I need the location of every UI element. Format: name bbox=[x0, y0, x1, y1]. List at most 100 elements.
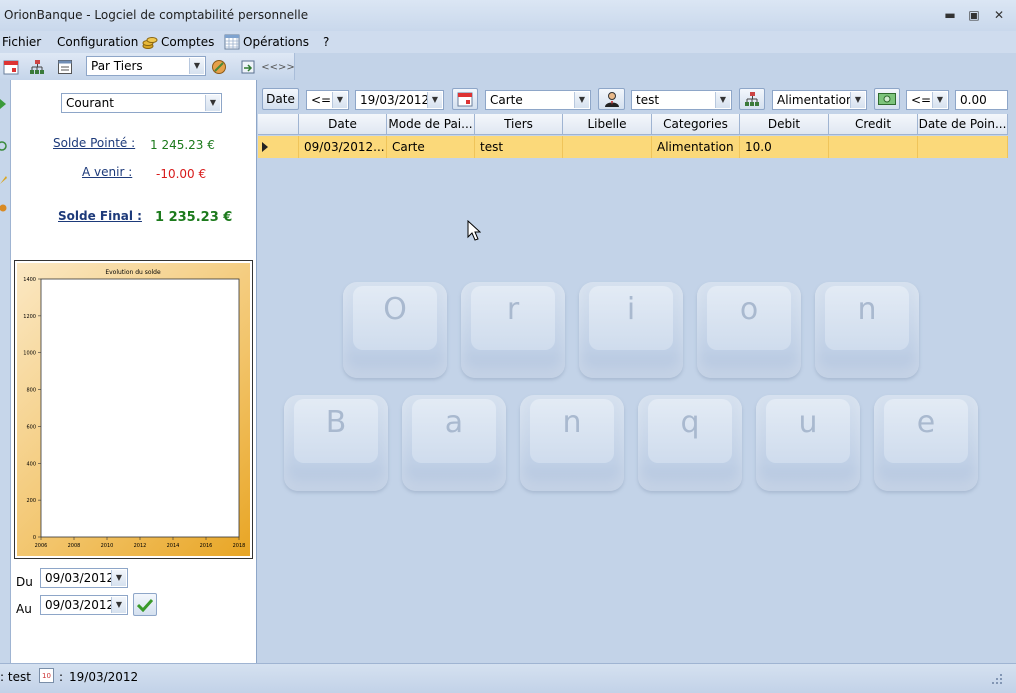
column-header-date-pointage[interactable]: Date de Poin... bbox=[918, 114, 1008, 135]
y-tick-label: 0 bbox=[33, 535, 36, 541]
a-venir-label[interactable]: A venir : bbox=[82, 165, 132, 179]
balance-chart: Evolution du solde 0 200 400 600 800 1000 1200… bbox=[14, 260, 253, 559]
operations-grid: Date Mode de Pai... Tiers Libelle Catego… bbox=[258, 114, 1008, 158]
amount-operator-value: <= bbox=[911, 93, 932, 107]
account-select[interactable]: Courant ▼ bbox=[61, 93, 222, 113]
y-tick-label: 200 bbox=[26, 498, 36, 504]
column-header-libelle[interactable]: Libelle bbox=[563, 114, 652, 135]
solde-final-label[interactable]: Solde Final : bbox=[58, 209, 142, 223]
date-filter-value: 19/03/2012 bbox=[360, 93, 430, 107]
date-filter-button[interactable]: Date bbox=[262, 88, 299, 110]
y-tick-label: 1000 bbox=[23, 351, 36, 357]
date-filter-picker[interactable]: 19/03/2012 ▼ bbox=[355, 90, 444, 110]
hierarchy-icon[interactable] bbox=[26, 56, 48, 78]
expand-collapse-button[interactable]: <<>> bbox=[261, 56, 295, 78]
watermark-letter: q bbox=[680, 405, 700, 440]
cell-libelle[interactable] bbox=[563, 136, 652, 158]
watermark-key: n bbox=[520, 395, 624, 491]
key-icon[interactable] bbox=[0, 198, 8, 214]
watermark-key: e bbox=[874, 395, 978, 491]
menu-help[interactable]: ? bbox=[323, 34, 329, 51]
solde-pointe-label[interactable]: Solde Pointé : bbox=[53, 136, 135, 150]
row-pointer-icon bbox=[262, 142, 268, 152]
watermark-key: r bbox=[461, 282, 565, 378]
menu-configuration[interactable]: Configuration bbox=[57, 34, 138, 51]
date-operator-select[interactable]: <= ▼ bbox=[306, 90, 349, 110]
menu-file[interactable]: Fichier bbox=[2, 34, 41, 51]
watermark-letter: i bbox=[626, 292, 636, 327]
watermark-key: B bbox=[284, 395, 388, 491]
chevron-down-icon: ▼ bbox=[205, 95, 220, 111]
resize-grip-icon[interactable] bbox=[990, 672, 1004, 686]
tag-icon[interactable] bbox=[208, 56, 230, 78]
solde-final-value: 1 235.23 € bbox=[155, 210, 233, 225]
menu-bar: Fichier Configuration Comptes Opérations… bbox=[0, 31, 1016, 53]
date-from-picker[interactable]: 09/03/2012 ▼ bbox=[40, 568, 128, 588]
window-title: OrionBanque - Logciel de comptabilité pe… bbox=[4, 8, 309, 22]
category-value: Alimentation bbox=[777, 93, 854, 107]
calendar-icon[interactable] bbox=[0, 56, 22, 78]
date-operator-value: <= bbox=[311, 93, 332, 107]
a-venir-value: -10.00 € bbox=[156, 167, 207, 181]
row-selector[interactable] bbox=[258, 136, 299, 158]
chevron-down-icon: ▼ bbox=[850, 92, 865, 108]
cell-mode[interactable]: Carte bbox=[387, 136, 475, 158]
tiers-select[interactable]: test ▼ bbox=[631, 90, 732, 110]
watermark-letter: e bbox=[916, 405, 936, 440]
menu-operations[interactable]: Opérations bbox=[243, 34, 309, 51]
close-button[interactable]: ✕ bbox=[989, 6, 1009, 24]
cell-date-pointage[interactable] bbox=[918, 136, 1008, 158]
menu-accounts[interactable]: Comptes bbox=[161, 34, 214, 51]
payment-mode-value: Carte bbox=[490, 93, 523, 107]
column-header-mode[interactable]: Mode de Pai... bbox=[387, 114, 475, 135]
date-to-picker[interactable]: 09/03/2012 ▼ bbox=[40, 595, 128, 615]
link-icon[interactable] bbox=[0, 138, 8, 154]
export-icon[interactable] bbox=[237, 56, 259, 78]
plot-area bbox=[40, 278, 240, 538]
cell-credit[interactable] bbox=[829, 136, 918, 158]
grid-row-header-corner bbox=[258, 114, 299, 135]
watermark-key: i bbox=[579, 282, 683, 378]
cell-categorie[interactable]: Alimentation bbox=[652, 136, 740, 158]
column-header-date[interactable]: Date bbox=[299, 114, 387, 135]
amount-input[interactable]: 0.00 bbox=[955, 90, 1008, 110]
grouping-select[interactable]: Par Tiers ▼ bbox=[86, 56, 206, 76]
amount-filter-button[interactable] bbox=[874, 88, 900, 110]
apply-dates-button[interactable] bbox=[133, 593, 157, 616]
solde-pointe-value: 1 245.23 € bbox=[150, 138, 215, 152]
cell-date[interactable]: 09/03/2012... bbox=[299, 136, 387, 158]
tiers-filter-button[interactable] bbox=[598, 88, 625, 110]
x-tick-label: 2018 bbox=[233, 543, 246, 549]
watermark-letter: n bbox=[857, 292, 877, 327]
category-filter-button[interactable] bbox=[739, 88, 765, 110]
cell-debit[interactable]: 10.0 bbox=[740, 136, 829, 158]
watermark-letter: a bbox=[444, 405, 464, 440]
column-header-credit[interactable]: Credit bbox=[829, 114, 918, 135]
y-tick-label: 1400 bbox=[23, 277, 36, 283]
chevron-down-icon: ▼ bbox=[111, 570, 126, 586]
category-select[interactable]: Alimentation ▼ bbox=[772, 90, 867, 110]
date-to-value: 09/03/2012 bbox=[45, 598, 115, 612]
column-header-categories[interactable]: Categories bbox=[652, 114, 740, 135]
amount-operator-select[interactable]: <= ▼ bbox=[906, 90, 949, 110]
cell-tiers[interactable]: test bbox=[475, 136, 563, 158]
column-header-debit[interactable]: Debit bbox=[740, 114, 829, 135]
arrow-right-icon[interactable] bbox=[0, 96, 8, 112]
maximize-button[interactable]: ▣ bbox=[964, 6, 984, 24]
grouping-select-value: Par Tiers bbox=[91, 59, 143, 73]
chevron-down-icon: ▼ bbox=[932, 92, 947, 108]
watermark-key: n bbox=[815, 282, 919, 378]
calendar-icon bbox=[457, 92, 473, 107]
watermark-letter: O bbox=[383, 292, 407, 327]
minimize-button[interactable]: ▬ bbox=[940, 6, 960, 24]
payment-mode-select[interactable]: Carte ▼ bbox=[485, 90, 591, 110]
column-header-tiers[interactable]: Tiers bbox=[475, 114, 563, 135]
watermark-letter: B bbox=[325, 405, 347, 440]
mouse-cursor-icon bbox=[467, 219, 482, 242]
payment-mode-filter-button[interactable] bbox=[452, 88, 478, 110]
window-list-icon[interactable] bbox=[54, 56, 76, 78]
pencil-icon[interactable] bbox=[0, 172, 8, 188]
status-user: : test bbox=[0, 670, 31, 684]
chevron-down-icon: ▼ bbox=[715, 92, 730, 108]
chevron-down-icon: ▼ bbox=[189, 58, 204, 74]
